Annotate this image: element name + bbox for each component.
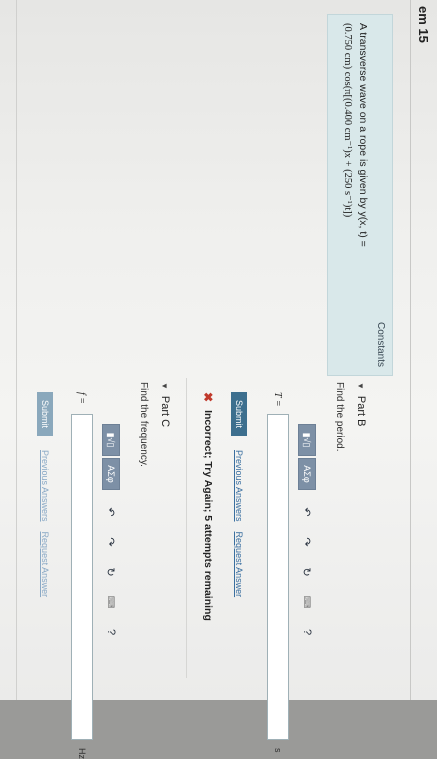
collapse-triangle-icon: ▼ bbox=[356, 382, 365, 390]
part-b-answer-row: T = s bbox=[267, 392, 289, 753]
frequency-variable-label: f = bbox=[76, 392, 88, 405]
part-b-submit-button[interactable]: Submit bbox=[231, 392, 247, 437]
redo-icon[interactable]: ↷ bbox=[301, 534, 314, 550]
redo-icon[interactable]: ↷ bbox=[105, 534, 118, 550]
page: em 15 Constants A transverse wave on a r… bbox=[0, 0, 437, 759]
part-b-feedback: ✖ Incorrect; Try Again; 5 attempts remai… bbox=[201, 392, 215, 621]
part-c-toolbar: ▮√▯ ΑΣφ ↶ ↷ ↻ ⌨ ? bbox=[101, 424, 121, 640]
frequency-answer-input[interactable] bbox=[71, 414, 93, 740]
part-b-previous-answers-link[interactable]: Previous Answers bbox=[234, 450, 244, 522]
math-template-button[interactable]: ▮√▯ bbox=[298, 424, 316, 456]
part-c-actions: Submit Previous Answers Request Answer bbox=[37, 392, 53, 597]
part-b-title: Part B bbox=[355, 395, 367, 427]
collapse-triangle-icon: ▼ bbox=[160, 382, 169, 390]
reset-icon[interactable]: ↻ bbox=[105, 564, 118, 580]
incorrect-x-icon: ✖ bbox=[201, 392, 215, 403]
part-c-title: Part C bbox=[159, 395, 171, 428]
keyboard-icon[interactable]: ⌨ bbox=[106, 594, 117, 610]
part-b-feedback-text: Incorrect; Try Again; 5 attempts remaini… bbox=[202, 410, 214, 621]
part-c-answer-row: f = Hz bbox=[71, 392, 93, 759]
part-c-previous-answers-link[interactable]: Previous Answers bbox=[40, 450, 50, 522]
constants-link[interactable]: Constants bbox=[375, 322, 386, 367]
help-icon[interactable]: ? bbox=[105, 624, 117, 640]
part-c-submit-button[interactable]: Submit bbox=[37, 392, 53, 437]
undo-icon[interactable]: ↶ bbox=[105, 504, 118, 520]
part-c-prompt: Find the frequency. bbox=[138, 382, 149, 467]
part-c-header[interactable]: ▼ Part C bbox=[159, 382, 171, 427]
frequency-unit-label: Hz bbox=[77, 748, 87, 759]
part-divider bbox=[186, 378, 187, 678]
part-b-prompt: Find the period. bbox=[334, 382, 345, 452]
problem-statement: A transverse wave on a rope is given by … bbox=[357, 23, 369, 247]
undo-icon[interactable]: ↶ bbox=[301, 504, 314, 520]
math-template-button[interactable]: ▮√▯ bbox=[102, 424, 120, 456]
constants-panel: Constants A transverse wave on a rope is… bbox=[327, 14, 393, 376]
page-bottom-edge bbox=[16, 0, 17, 700]
period-unit-label: s bbox=[273, 748, 283, 753]
help-icon[interactable]: ? bbox=[301, 624, 313, 640]
part-b-request-answer-link[interactable]: Request Answer bbox=[234, 532, 244, 598]
wave-equation: (0.750 cm) cos(π[(0.400 cm⁻¹)x + (250 s⁻… bbox=[342, 23, 353, 218]
header-divider bbox=[410, 0, 411, 700]
greek-symbols-button[interactable]: ΑΣφ bbox=[298, 458, 316, 490]
greek-symbols-button[interactable]: ΑΣφ bbox=[102, 458, 120, 490]
part-b-header[interactable]: ▼ Part B bbox=[355, 382, 367, 427]
part-b-toolbar: ▮√▯ ΑΣφ ↶ ↷ ↻ ⌨ ? bbox=[297, 424, 317, 640]
part-c-request-answer-link[interactable]: Request Answer bbox=[40, 532, 50, 598]
part-b-actions: Submit Previous Answers Request Answer bbox=[231, 392, 247, 597]
period-answer-input[interactable] bbox=[267, 414, 289, 740]
reset-icon[interactable]: ↻ bbox=[301, 564, 314, 580]
keyboard-icon[interactable]: ⌨ bbox=[302, 594, 313, 610]
period-variable-label: T = bbox=[272, 392, 284, 407]
problem-title: em 15 bbox=[416, 6, 431, 43]
